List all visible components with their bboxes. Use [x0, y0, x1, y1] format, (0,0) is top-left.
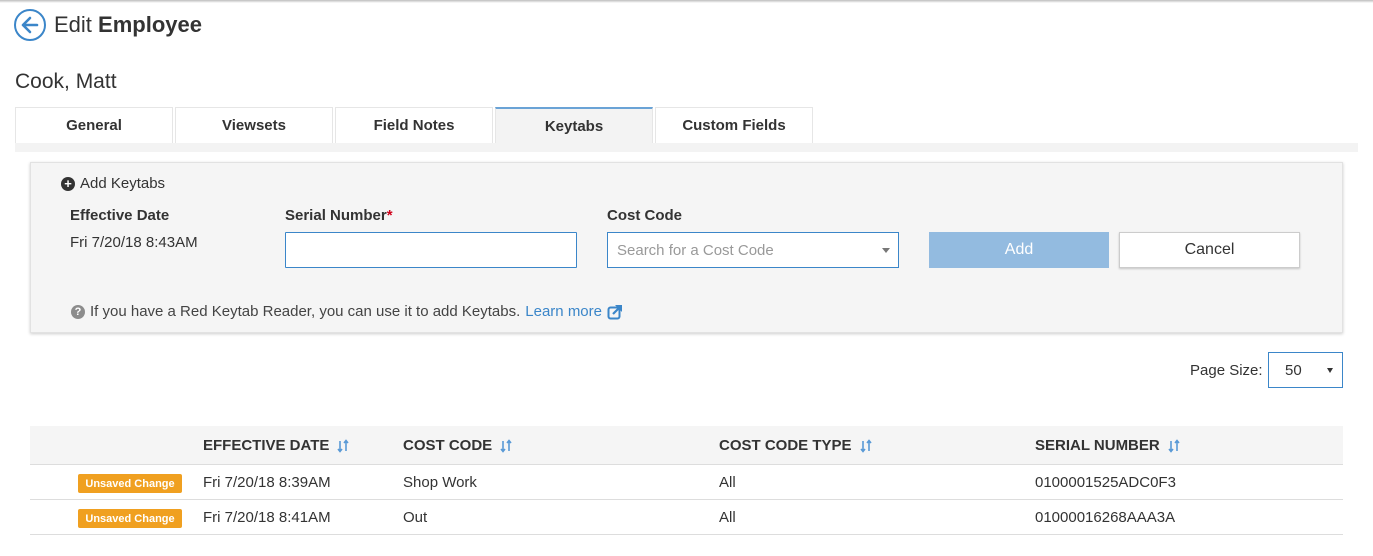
sort-icon — [337, 438, 350, 453]
page-title: Edit Employee — [54, 12, 202, 38]
unsaved-change-badge: Unsaved Change — [78, 509, 182, 528]
cell-cost-code: Out — [403, 509, 428, 526]
add-button[interactable]: Add — [929, 232, 1109, 268]
caret-down-icon — [882, 248, 890, 253]
page-size-select[interactable]: 50 — [1268, 352, 1343, 388]
sort-icon — [1168, 438, 1180, 453]
plus-circle-icon: + — [61, 176, 75, 191]
help-text: If you have a Red Keytab Reader, you can… — [90, 303, 521, 320]
page-header: Edit Employee — [14, 9, 202, 41]
tab-custom-fields[interactable]: Custom Fields — [655, 107, 813, 143]
column-header-serial-number[interactable]: SERIAL NUMBER — [1035, 426, 1180, 465]
tab-field-notes[interactable]: Field Notes — [335, 107, 493, 143]
cost-code-label: Cost Code — [607, 207, 682, 224]
cancel-button[interactable]: Cancel — [1119, 232, 1300, 268]
cell-cost-code-type: All — [719, 474, 736, 491]
external-link-icon[interactable] — [607, 304, 623, 320]
keytab-reader-help: ? If you have a Red Keytab Reader, you c… — [71, 303, 623, 320]
effective-date-value: Fri 7/20/18 8:43AM — [70, 234, 198, 251]
cell-effective-date: Fri 7/20/18 8:39AM — [203, 474, 331, 491]
column-label: EFFECTIVE DATE — [203, 437, 330, 454]
tab-bar: General Viewsets Field Notes Keytabs Cus… — [15, 107, 815, 143]
add-keytabs-label: Add Keytabs — [80, 175, 166, 192]
page-title-prefix: Edit — [54, 12, 92, 37]
effective-date-label: Effective Date — [70, 207, 170, 224]
question-circle-icon: ? — [71, 304, 85, 319]
cost-code-select[interactable]: Search for a Cost Code — [607, 232, 899, 268]
add-keytab-panel: + Add Keytabs Effective Date Fri 7/20/18… — [30, 162, 1343, 333]
serial-number-label: Serial Number* — [285, 207, 393, 224]
serial-number-label-text: Serial Number — [285, 207, 387, 224]
top-shadow — [0, 0, 1373, 3]
cell-effective-date: Fri 7/20/18 8:41AM — [203, 509, 331, 526]
table-row[interactable]: Unsaved Change Fri 7/20/18 8:41AM Out Al… — [30, 500, 1343, 535]
cell-cost-code-type: All — [719, 509, 736, 526]
serial-number-input[interactable] — [285, 232, 577, 268]
sort-icon — [500, 438, 512, 453]
column-header-cost-code-type[interactable]: COST CODE TYPE — [719, 426, 872, 465]
column-label: COST CODE TYPE — [719, 437, 852, 454]
learn-more-link[interactable]: Learn more — [525, 303, 602, 320]
column-label: COST CODE — [403, 437, 493, 454]
employee-name: Cook, Matt — [15, 70, 117, 93]
cell-serial-number: 01000016268AAA3A — [1035, 509, 1176, 526]
column-header-effective-date[interactable]: EFFECTIVE DATE — [203, 426, 350, 465]
page-title-entity: Employee — [98, 12, 202, 37]
keytabs-table: EFFECTIVE DATE COST CODE COST CODE TYPE … — [30, 426, 1343, 535]
cost-code-placeholder: Search for a Cost Code — [617, 241, 774, 259]
cell-serial-number: 0100001525ADC0F3 — [1035, 474, 1176, 491]
tab-content-band — [15, 143, 1358, 152]
cell-cost-code: Shop Work — [403, 474, 477, 491]
table-header: EFFECTIVE DATE COST CODE COST CODE TYPE … — [30, 426, 1343, 465]
add-keytabs-toggle[interactable]: + Add Keytabs — [61, 175, 165, 192]
sort-icon — [859, 438, 872, 453]
caret-down-icon — [1327, 368, 1333, 373]
column-label: SERIAL NUMBER — [1035, 437, 1160, 454]
column-header-cost-code[interactable]: COST CODE — [403, 426, 512, 465]
required-mark: * — [386, 207, 393, 224]
page-size-label: Page Size: — [1190, 361, 1263, 379]
page-size-value: 50 — [1285, 361, 1302, 379]
tab-keytabs[interactable]: Keytabs — [495, 107, 653, 143]
tab-general[interactable]: General — [15, 107, 173, 143]
table-row[interactable]: Unsaved Change Fri 7/20/18 8:39AM Shop W… — [30, 465, 1343, 500]
tab-viewsets[interactable]: Viewsets — [175, 107, 333, 143]
unsaved-change-badge: Unsaved Change — [78, 474, 182, 493]
back-arrow-icon[interactable] — [14, 9, 46, 41]
